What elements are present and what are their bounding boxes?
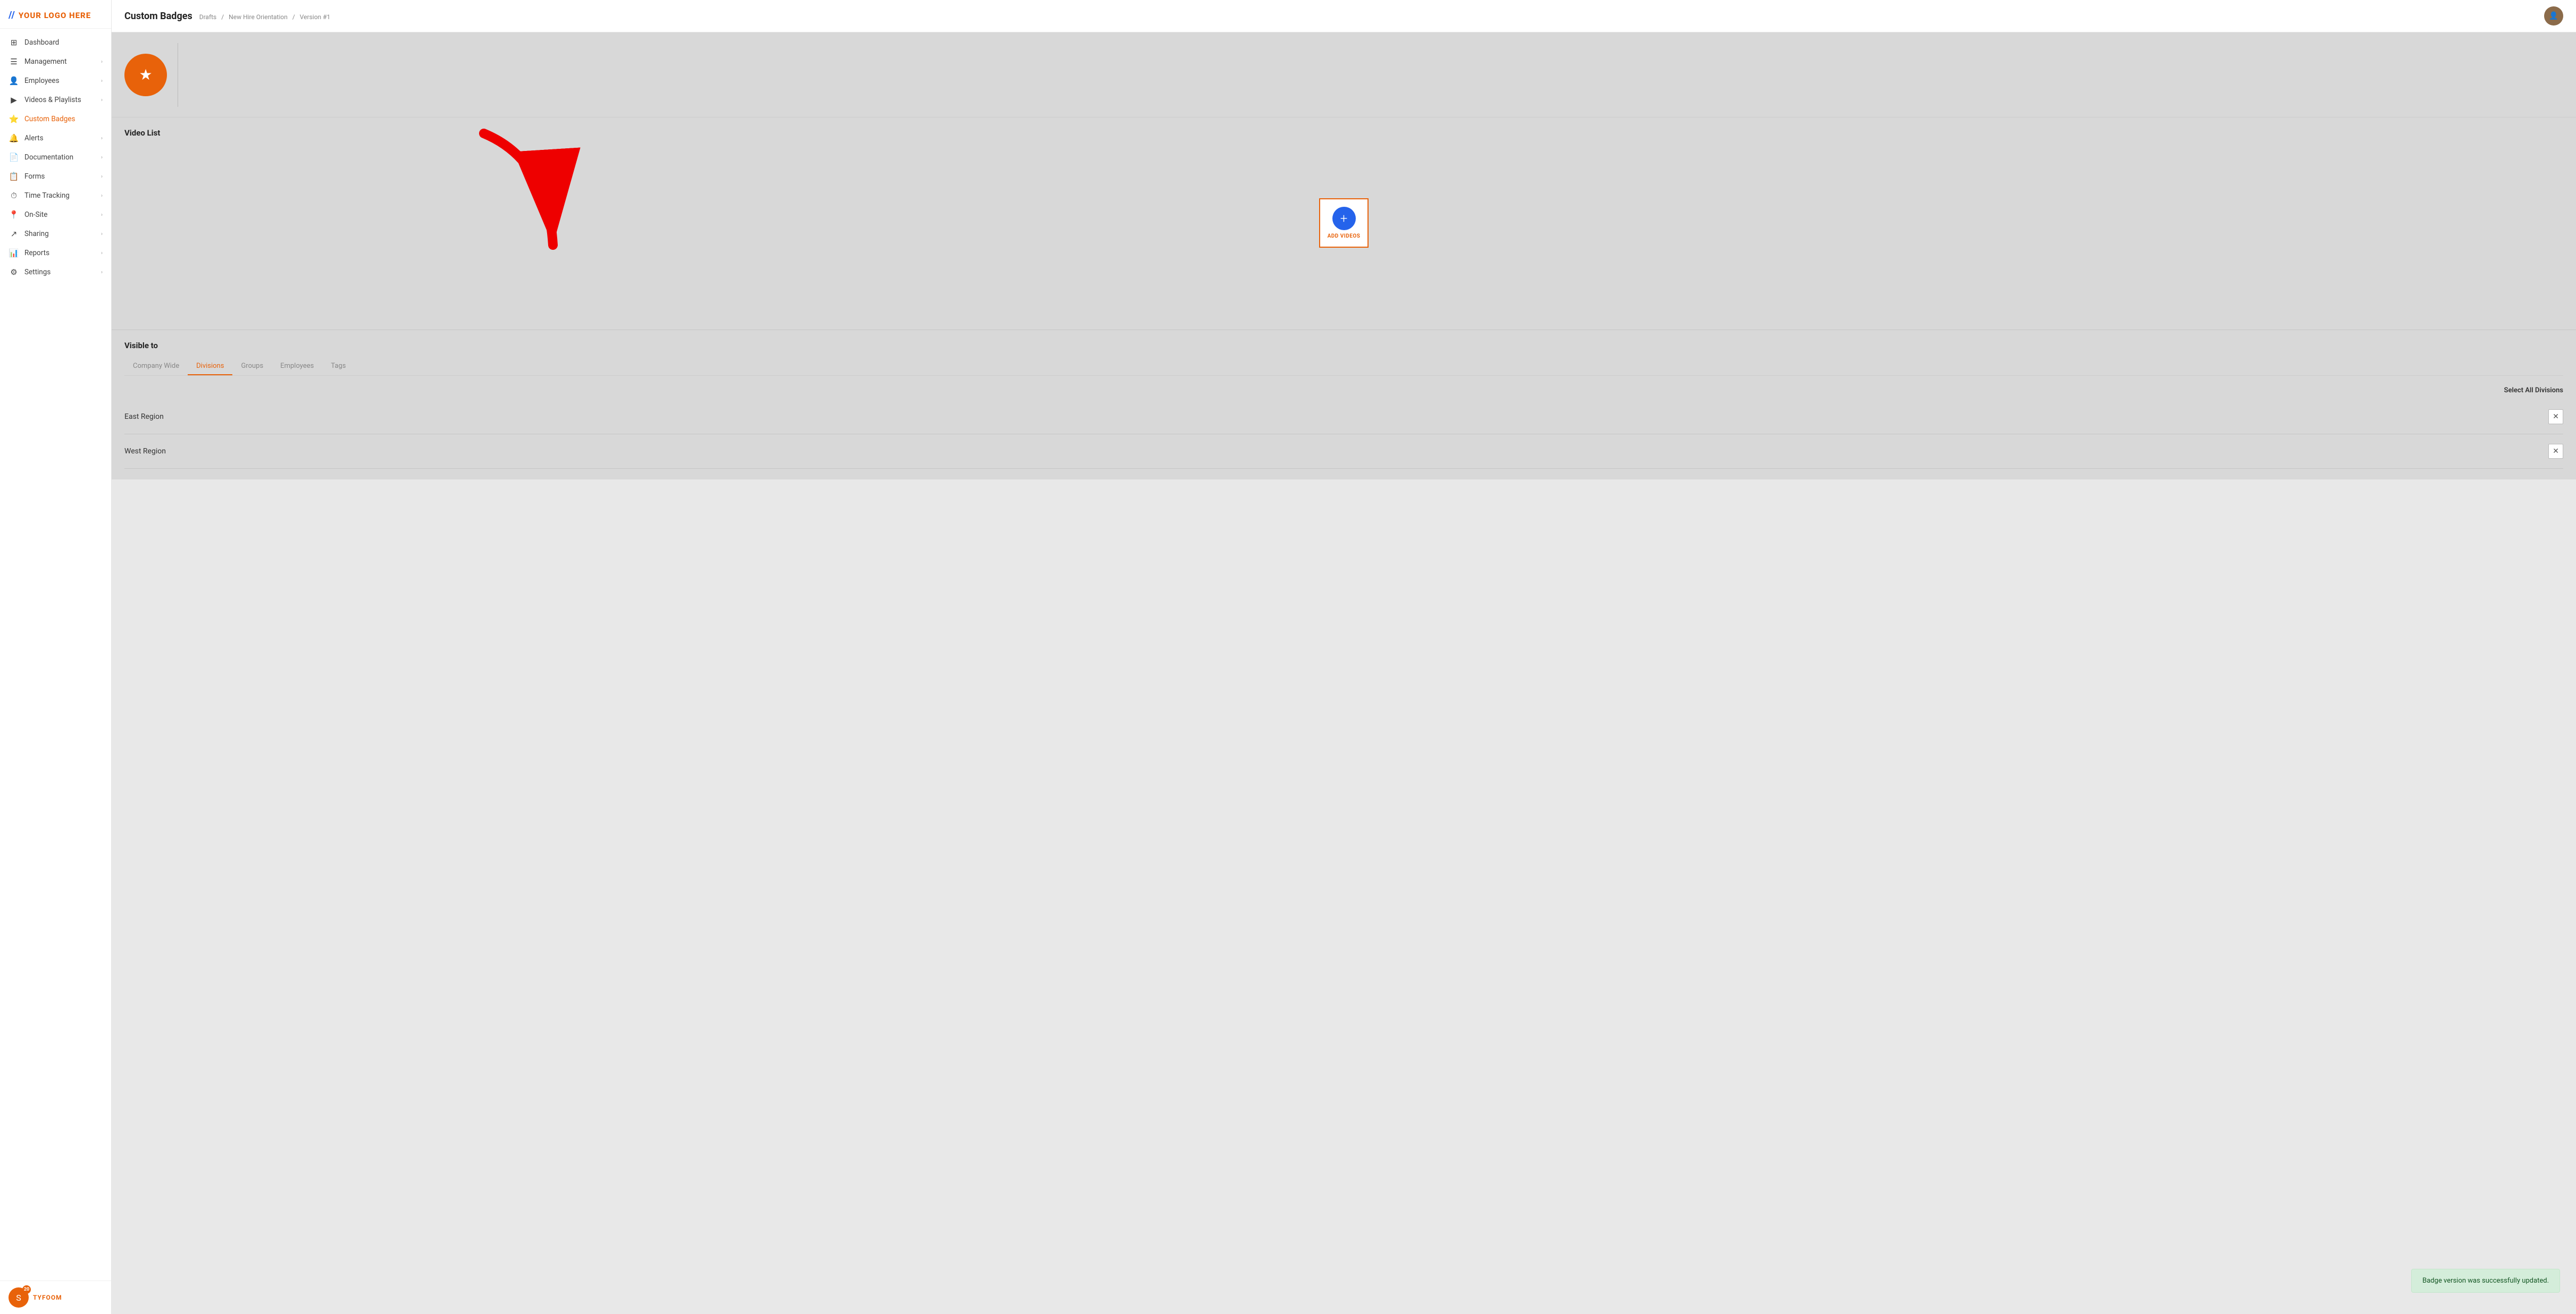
documentation-icon: 📄 [9, 153, 19, 162]
sidebar-nav: ⊞ Dashboard ☰ Management › 👤 Employees ›… [0, 29, 111, 1281]
alerts-icon: 🔔 [9, 133, 19, 143]
time-tracking-chevron: › [101, 193, 103, 199]
reports-chevron: › [101, 250, 103, 256]
management-chevron: › [101, 59, 103, 65]
division-close-button[interactable]: ✕ [2548, 444, 2563, 459]
sidebar-item-reports[interactable]: 📊 Reports › [0, 243, 111, 263]
employees-label: Employees [24, 77, 96, 85]
logo-icon: // [9, 10, 15, 21]
toast-notification: Badge version was successfully updated. [2411, 1269, 2560, 1293]
sidebar-item-time-tracking[interactable]: ⏱ Time Tracking › [0, 186, 111, 205]
division-item: East Region ✕ [124, 400, 2563, 434]
logo-text: YOUR LOGO HERE [19, 11, 91, 20]
add-videos-button[interactable]: + ADD VIDEOS [1319, 198, 1369, 248]
dashboard-label: Dashboard [24, 38, 103, 47]
sidebar: // YOUR LOGO HERE ⊞ Dashboard ☰ Manageme… [0, 0, 112, 1314]
tab-tags[interactable]: Tags [322, 358, 354, 375]
video-list-section: Video List + ADD VIDEOS [112, 117, 2576, 330]
management-icon: ☰ [9, 57, 19, 66]
sidebar-item-videos-playlists[interactable]: ▶ Videos & Playlists › [0, 90, 111, 110]
sidebar-item-management[interactable]: ☰ Management › [0, 52, 111, 71]
videos-playlists-label: Videos & Playlists [24, 96, 96, 104]
content-area: ★ Video List + [112, 32, 2576, 1314]
add-icon: + [1332, 207, 1356, 230]
sidebar-item-on-site[interactable]: 📍 On-Site › [0, 205, 111, 224]
select-all-label[interactable]: Select All Divisions [124, 386, 2563, 394]
sharing-chevron: › [101, 231, 103, 237]
tab-groups[interactable]: Groups [232, 358, 272, 375]
badge-thumbnail: ★ [124, 54, 167, 96]
sidebar-item-custom-badges[interactable]: ⭐ Custom Badges [0, 110, 111, 129]
top-section: ★ [112, 32, 2576, 117]
logo-area: // YOUR LOGO HERE [0, 0, 111, 29]
visible-to-section: Visible to Company WideDivisionsGroupsEm… [112, 330, 2576, 479]
videos-playlists-chevron: › [101, 97, 103, 103]
custom-badges-label: Custom Badges [24, 115, 103, 123]
footer-logo-wrap: S 20 [9, 1287, 29, 1308]
toast-message: Badge version was successfully updated. [2422, 1277, 2549, 1285]
reports-label: Reports [24, 249, 96, 257]
dashboard-icon: ⊞ [9, 38, 19, 47]
on-site-label: On-Site [24, 210, 96, 219]
videos-playlists-icon: ▶ [9, 95, 19, 105]
settings-chevron: › [101, 269, 103, 275]
division-name: West Region [124, 447, 166, 456]
employees-chevron: › [101, 78, 103, 84]
on-site-chevron: › [101, 212, 103, 218]
video-list-title: Video List [124, 128, 2563, 138]
sidebar-item-sharing[interactable]: ↗ Sharing › [0, 224, 111, 243]
sidebar-item-employees[interactable]: 👤 Employees › [0, 71, 111, 90]
page-title: Custom Badges [124, 11, 192, 22]
footer-label: TYFOOM [33, 1294, 62, 1301]
breadcrumb-sep1: / [221, 13, 224, 21]
breadcrumb-orientation: New Hire Orientation [229, 13, 288, 21]
logo: // YOUR LOGO HERE [9, 10, 103, 21]
settings-label: Settings [24, 268, 96, 276]
documentation-label: Documentation [24, 153, 96, 162]
time-tracking-label: Time Tracking [24, 191, 96, 200]
breadcrumb-drafts: Drafts [199, 13, 217, 21]
tab-divisions[interactable]: Divisions [188, 358, 232, 375]
sidebar-item-documentation[interactable]: 📄 Documentation › [0, 148, 111, 167]
sidebar-footer: S 20 TYFOOM [0, 1281, 111, 1314]
sidebar-item-settings[interactable]: ⚙ Settings › [0, 263, 111, 282]
division-name: East Region [124, 412, 164, 421]
management-label: Management [24, 57, 96, 66]
header-left: Custom Badges Drafts / New Hire Orientat… [124, 11, 332, 22]
header: Custom Badges Drafts / New Hire Orientat… [112, 0, 2576, 32]
documentation-chevron: › [101, 155, 103, 161]
sharing-label: Sharing [24, 230, 96, 238]
time-tracking-icon: ⏱ [9, 191, 19, 200]
division-list: East Region ✕ West Region ✕ [124, 400, 2563, 469]
settings-icon: ⚙ [9, 267, 19, 277]
forms-chevron: › [101, 174, 103, 180]
visible-to-title: Visible to [124, 341, 2563, 350]
breadcrumb-sep2: / [292, 13, 295, 21]
visible-to-tabs: Company WideDivisionsGroupsEmployeesTags [124, 358, 2563, 376]
division-item: West Region ✕ [124, 434, 2563, 469]
custom-badges-icon: ⭐ [9, 114, 19, 124]
on-site-icon: 📍 [9, 210, 19, 220]
main-area: Custom Badges Drafts / New Hire Orientat… [112, 0, 2576, 1314]
division-close-button[interactable]: ✕ [2548, 409, 2563, 424]
sidebar-item-alerts[interactable]: 🔔 Alerts › [0, 129, 111, 148]
notification-badge: 20 [22, 1285, 31, 1294]
add-videos-label: ADD VIDEOS [1328, 233, 1361, 239]
sidebar-item-dashboard[interactable]: ⊞ Dashboard [0, 33, 111, 52]
employees-icon: 👤 [9, 76, 19, 86]
breadcrumb: Drafts / New Hire Orientation / Version … [198, 13, 332, 21]
user-avatar[interactable]: 👤 [2544, 6, 2563, 26]
add-videos-area: + ADD VIDEOS [124, 148, 2563, 297]
tab-company-wide[interactable]: Company Wide [124, 358, 188, 375]
reports-icon: 📊 [9, 248, 19, 258]
tab-employees[interactable]: Employees [272, 358, 322, 375]
forms-label: Forms [24, 172, 96, 181]
breadcrumb-version: Version #1 [300, 13, 331, 21]
forms-icon: 📋 [9, 172, 19, 181]
sharing-icon: ↗ [9, 229, 19, 239]
sidebar-item-forms[interactable]: 📋 Forms › [0, 167, 111, 186]
alerts-chevron: › [101, 136, 103, 141]
alerts-label: Alerts [24, 134, 96, 142]
